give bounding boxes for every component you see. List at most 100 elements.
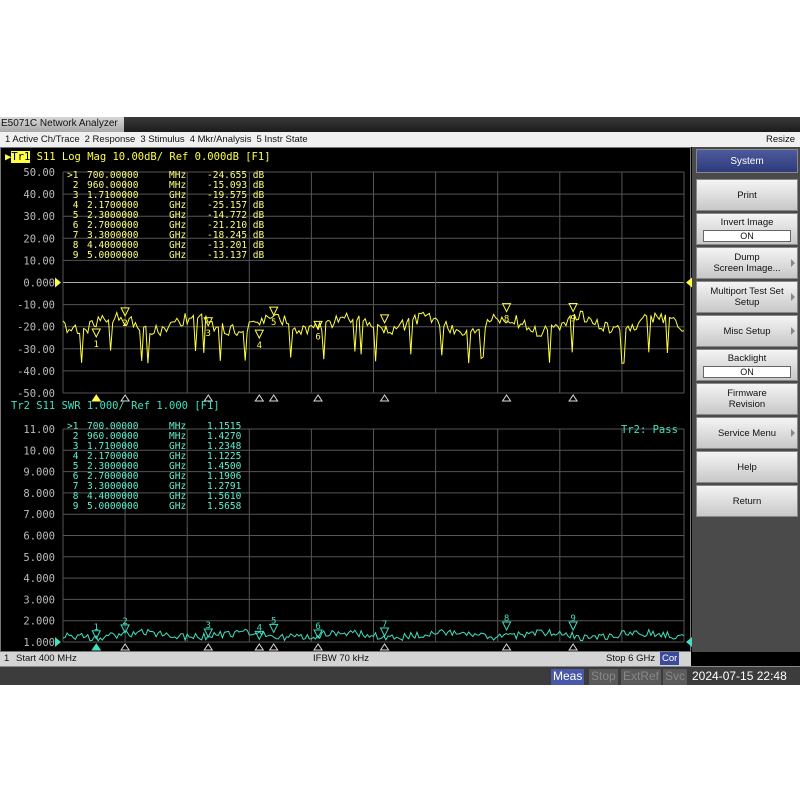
trace1-tag: Tr1 xyxy=(11,151,31,163)
reference-left-arrow-icon xyxy=(55,637,61,647)
marker-position-icon xyxy=(254,643,265,651)
marker-number: 1 xyxy=(94,623,99,633)
menu-instr-state[interactable]: 5 Instr State xyxy=(256,134,307,145)
softkey-backlight[interactable]: Backlight ON xyxy=(696,349,798,381)
softkey-multiport-test-set-setup[interactable]: Multiport Test Set Setup xyxy=(696,281,798,313)
y-tick-label: 3.000 xyxy=(23,594,55,606)
marker-position-icon xyxy=(91,643,102,651)
status-bar: 1 Start 400 MHz IFBW 70 kHz Stop 6 GHz C… xyxy=(0,652,691,666)
marker-unit: GHz xyxy=(169,501,187,512)
y-tick-label: 50.00 xyxy=(23,167,55,179)
trace2-header[interactable]: Tr2 S11 SWR 1.000/ Ref 1.000 [F1] xyxy=(11,400,220,412)
submenu-arrow-icon xyxy=(791,259,795,267)
menu-active-ch-trace[interactable]: 1 Active Ch/Trace xyxy=(5,134,80,145)
menu-stimulus[interactable]: 3 Stimulus xyxy=(140,134,184,145)
softkey-help[interactable]: Help xyxy=(696,451,798,483)
marker-number: 5 xyxy=(271,616,276,626)
softkey-return[interactable]: Return xyxy=(696,485,798,517)
ifbw[interactable]: IFBW 70 kHz xyxy=(313,653,369,664)
channel-number: 1 xyxy=(4,653,10,664)
stop-indicator: Stop xyxy=(589,669,618,685)
softkey-label: Service Menu xyxy=(717,427,777,439)
resize-button[interactable]: Resize xyxy=(766,134,795,145)
marker-position-icon xyxy=(568,643,579,651)
marker-position-icon xyxy=(313,643,323,651)
marker-position-icon xyxy=(268,643,279,651)
menu-response[interactable]: 2 Response xyxy=(85,134,136,145)
menu-bar: 1 Active Ch/Trace 2 Response 3 Stimulus … xyxy=(0,132,800,147)
marker-number: 8 xyxy=(504,614,509,624)
softkey-label: Firmware Revision xyxy=(727,388,767,410)
softkey-value: ON xyxy=(703,229,791,242)
submenu-arrow-icon xyxy=(791,293,795,301)
softkey-firmware-revision[interactable]: Firmware Revision xyxy=(696,383,798,415)
trace2-pass-status: Tr2: Pass xyxy=(621,424,678,436)
softkey-misc-setup[interactable]: Misc Setup xyxy=(696,315,798,347)
submenu-arrow-icon xyxy=(791,327,795,335)
y-tick-label: -50.00 xyxy=(17,388,55,400)
softkey-value: ON xyxy=(703,365,791,378)
softkey-print[interactable]: Print xyxy=(696,179,798,211)
marker-position-icon xyxy=(313,394,323,402)
marker-number: 9 xyxy=(570,315,575,325)
extref-indicator: ExtRef xyxy=(621,669,662,685)
y-tick-label: -40.00 xyxy=(17,366,55,378)
marker-icon xyxy=(91,328,102,339)
marker-value: 1.5658 xyxy=(207,501,242,512)
softkey-label: Invert Image xyxy=(720,216,774,228)
marker-row: 9 5.0000000 GHz -13.137 dB xyxy=(67,251,277,261)
trace1-header-text: S11 Log Mag 10.00dB/ Ref 0.000dB [F1] xyxy=(30,151,271,163)
softkey-panel: System Print Invert Image ON Dump Screen Ima… xyxy=(692,147,800,652)
y-tick-label: 40.00 xyxy=(23,189,55,201)
marker-position-icon xyxy=(268,394,279,402)
softkey-label: Multiport Test Set Setup xyxy=(710,286,784,308)
menu-mkr-analysis[interactable]: 4 Mkr/Analysis xyxy=(190,134,252,145)
trace1-marker-table: >1 700.00000 MHz -24.655 dB 2 960.00000 MHz -1… xyxy=(67,171,277,261)
meas-indicator: Meas xyxy=(551,669,585,685)
svc-indicator: Svc xyxy=(663,669,688,685)
marker-position-icon xyxy=(120,643,131,651)
marker-unit: GHz xyxy=(169,250,187,261)
marker-number: 3 xyxy=(206,621,211,631)
y-tick-label: 0.000 xyxy=(23,278,55,290)
start-frequency[interactable]: Start 400 MHz xyxy=(16,653,77,664)
marker-position-icon xyxy=(501,643,512,651)
marker-number: 8 xyxy=(504,315,509,325)
y-tick-label: -10.00 xyxy=(17,300,55,312)
softkey-label: System xyxy=(730,155,764,167)
marker-number: 2 xyxy=(122,617,127,627)
marker-number: 7 xyxy=(382,620,387,630)
marker-freq: 5.0000000 xyxy=(87,250,139,261)
bottom-bar: Meas Stop ExtRef Svc 2024-07-15 22:48 xyxy=(0,666,800,685)
marker-position-icon xyxy=(203,643,214,651)
marker-number: 6 xyxy=(315,622,320,632)
trace1-header[interactable]: ▶Tr1 S11 Log Mag 10.00dB/ Ref 0.000dB [F… xyxy=(5,151,271,163)
marker-number: 2 xyxy=(122,319,127,329)
y-tick-label: 1.000 xyxy=(23,637,55,649)
softkey-label: Dump Screen Image... xyxy=(713,252,781,274)
submenu-arrow-icon xyxy=(791,429,795,437)
marker-number: 7 xyxy=(382,326,387,336)
chart-area: 50.00 40.00 30.00 20.00 10.00 0.000 -10.00 -20.… xyxy=(0,147,692,652)
marker-position-icon xyxy=(379,643,390,651)
softkey-invert-image[interactable]: Invert Image ON xyxy=(696,213,798,245)
softkey-label: Return xyxy=(732,495,762,507)
marker-position-icon xyxy=(568,394,579,402)
title-bar: E5071C Network Analyzer xyxy=(0,117,800,132)
y-tick-label: 7.000 xyxy=(23,509,55,521)
marker-position-icon xyxy=(379,394,390,402)
marker-number: 1 xyxy=(94,340,99,350)
window-title: E5071C Network Analyzer xyxy=(0,117,124,132)
marker-id: 9 xyxy=(67,501,79,512)
marker-icon xyxy=(379,314,390,324)
softkey-service-menu[interactable]: Service Menu xyxy=(696,417,798,449)
marker-row: 9 5.0000000 GHz 1.5658 xyxy=(67,502,277,512)
stop-frequency[interactable]: Stop 6 GHz xyxy=(606,653,655,664)
y-tick-label: 10.00 xyxy=(23,255,55,267)
softkey-dump-screen-image[interactable]: Dump Screen Image... xyxy=(696,247,798,279)
marker-id: 9 xyxy=(67,250,79,261)
softkey-label: Misc Setup xyxy=(723,325,771,337)
analyzer-screen: E5071C Network Analyzer 1 Active Ch/Trac… xyxy=(0,117,800,685)
marker-position-icon xyxy=(501,394,512,402)
marker-icon xyxy=(254,329,265,340)
